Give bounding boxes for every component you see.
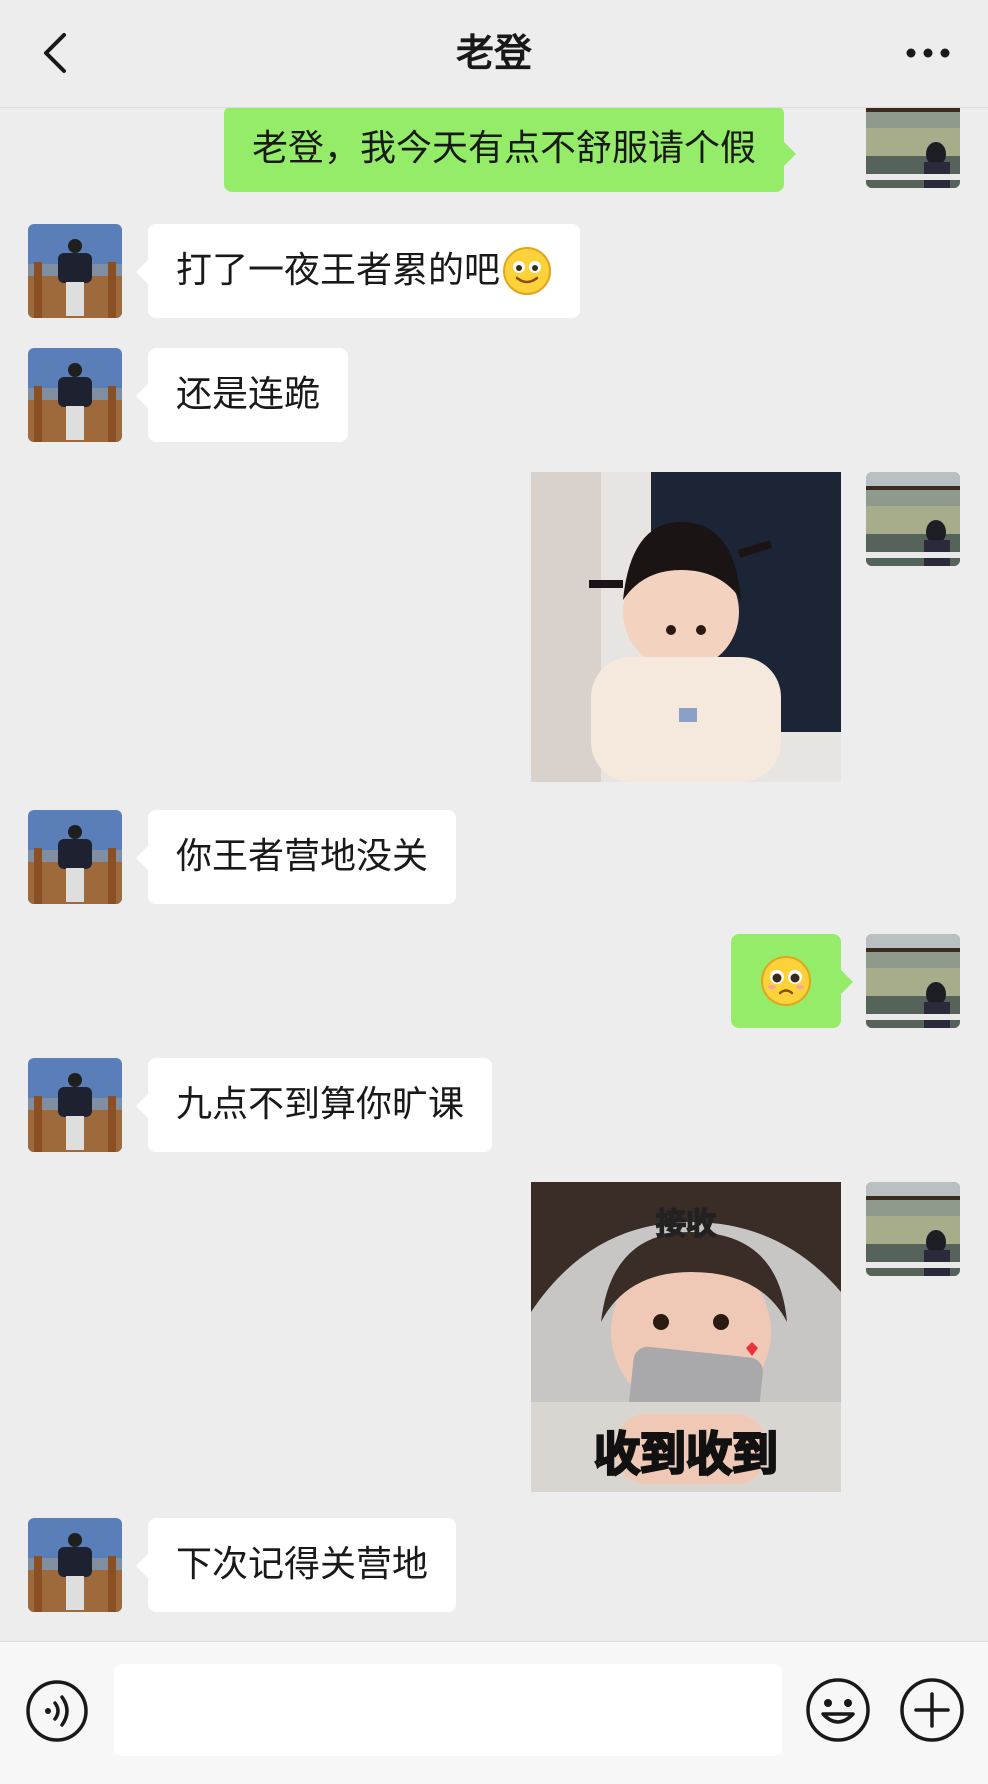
girl-pigtails-sticker	[531, 472, 841, 782]
message-bubble-outgoing[interactable]	[731, 934, 853, 1028]
pleading-face-emoji-icon	[761, 956, 811, 1006]
message-input[interactable]	[114, 1664, 782, 1756]
chat-header: 老登	[0, 0, 988, 108]
message-text: 老登，我今天有点不舒服请个假	[252, 128, 757, 169]
message-bubble-incoming[interactable]: 你王者营地没关	[135, 810, 457, 904]
more-button[interactable]	[898, 28, 958, 78]
message-bubble-outgoing[interactable]: 老登，我今天有点不舒服请个假	[224, 108, 797, 192]
plus-icon	[900, 1678, 964, 1742]
sticker-message[interactable]: 接收 收到收到	[531, 1182, 841, 1492]
page-title: 老登	[455, 31, 532, 75]
sticker-caption-bottom: 收到收到	[594, 1428, 778, 1480]
contact-avatar[interactable]	[28, 1518, 122, 1612]
my-avatar[interactable]	[866, 934, 960, 1028]
my-avatar[interactable]	[866, 472, 960, 566]
my-avatar[interactable]	[866, 108, 960, 188]
sticker-message[interactable]	[531, 472, 841, 782]
message-bubble-incoming[interactable]: 下次记得关营地	[135, 1518, 457, 1612]
input-bar	[0, 1641, 988, 1784]
message-text: 打了一夜王者累的吧	[176, 250, 501, 291]
more-dots-icon	[906, 48, 950, 58]
message-bubble-incoming[interactable]: 九点不到算你旷课	[135, 1058, 493, 1152]
voice-icon	[26, 1680, 88, 1742]
emoji-button[interactable]	[804, 1676, 872, 1744]
contact-avatar[interactable]	[28, 224, 122, 318]
my-avatar[interactable]	[866, 1182, 960, 1276]
message-text: 下次记得关营地	[176, 1544, 429, 1585]
message-bubble-incoming[interactable]: 打了一夜王者累的吧	[135, 224, 581, 318]
message-text: 你王者营地没关	[176, 836, 429, 877]
message-list[interactable]: 老登，我今天有点不舒服请个假 打了一夜王者累的吧 还是连跪 你王者营地没关 九点…	[0, 108, 988, 1641]
girl-phone-sticker: 接收 收到收到	[531, 1182, 841, 1492]
emoji-icon	[806, 1678, 870, 1742]
contact-avatar[interactable]	[28, 810, 122, 904]
smile-emoji-icon	[503, 247, 552, 295]
message-bubble-incoming[interactable]: 还是连跪	[135, 348, 349, 442]
voice-button[interactable]	[24, 1678, 90, 1744]
contact-avatar[interactable]	[28, 348, 122, 442]
contact-avatar[interactable]	[28, 1058, 122, 1152]
plus-button[interactable]	[898, 1676, 966, 1744]
sticker-caption-top: 接收	[656, 1208, 716, 1241]
message-text: 九点不到算你旷课	[176, 1084, 465, 1125]
message-text: 还是连跪	[176, 374, 321, 415]
